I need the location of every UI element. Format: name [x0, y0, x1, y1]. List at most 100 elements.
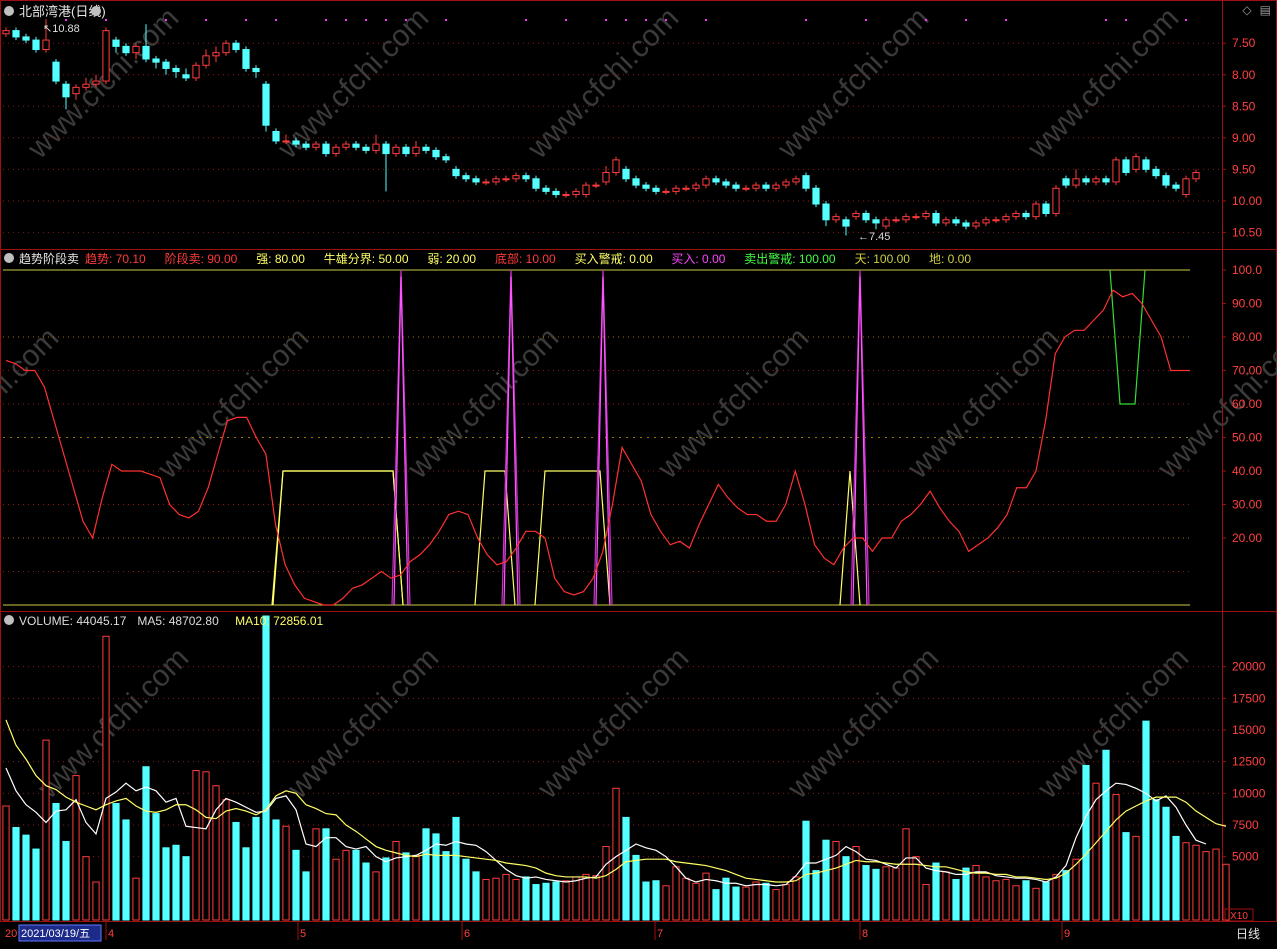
candle-body — [722, 181, 730, 186]
candle-body — [42, 39, 50, 51]
chart-svg: www.cfchi.com www.cfchi.com www.cfchi.com w… — [0, 0, 1277, 942]
volume-bar — [1152, 799, 1160, 921]
volume-bar — [292, 849, 300, 921]
indicator-legend-item: 阶段卖: 90.00 — [165, 251, 238, 266]
indicator-legend-item: 地: 0.00 — [929, 252, 971, 266]
price-tick-label: 9.50 — [1232, 162, 1256, 176]
candle-body — [702, 178, 710, 186]
candle-body — [1072, 178, 1080, 186]
signal-dot — [705, 19, 707, 21]
candle-body — [882, 219, 890, 227]
candle-body — [392, 146, 400, 155]
signal-dot — [445, 19, 447, 21]
candle-body — [222, 42, 230, 54]
candle-body — [1192, 171, 1200, 180]
sell-warning-line — [1109, 269, 1146, 405]
volume-bar — [402, 852, 410, 921]
price-tick-label: 9.00 — [1232, 131, 1256, 145]
volume-bar — [732, 886, 740, 921]
low-price-mark: ←7.45 — [858, 231, 890, 243]
signal-dot — [605, 19, 607, 21]
indicator-legend-item: 强: 80.00 — [256, 252, 305, 266]
volume-bar — [172, 844, 180, 921]
title-dropdown-icon[interactable] — [91, 6, 101, 16]
candle-body — [742, 187, 750, 190]
candle-body — [932, 212, 940, 224]
panel-menu-icon[interactable] — [4, 6, 14, 16]
signal-dot — [325, 19, 327, 21]
chart-stage: www.cfchi.com www.cfchi.com www.cfchi.com w… — [0, 0, 1277, 944]
candle-body — [562, 194, 570, 197]
candle-body — [682, 187, 690, 190]
indicator-legend-item: 买入: 0.00 — [671, 252, 725, 266]
volume-bar — [1202, 851, 1210, 921]
volume-bar — [652, 880, 660, 921]
candle-body — [342, 143, 350, 148]
volume-bar — [152, 813, 160, 921]
watermark-text: www.cfchi.com — [521, 1, 685, 165]
candle-body — [972, 222, 980, 227]
candle-body — [522, 175, 530, 180]
indicator-menu-icon[interactable] — [4, 253, 14, 263]
candle-body — [692, 184, 700, 189]
candle-body — [302, 143, 310, 148]
volume-bar — [262, 615, 270, 921]
watermark-text: www.cfchi.com — [0, 321, 65, 485]
watermark-text: www.cfchi.com — [531, 641, 695, 805]
candle-body — [382, 143, 390, 155]
volume-bar — [882, 866, 890, 921]
volume-bar — [342, 849, 350, 921]
volume-bar — [982, 876, 990, 921]
volume-bar — [692, 882, 700, 921]
volume-bar — [992, 880, 1000, 921]
signal-dot — [365, 19, 367, 21]
volume-bar — [52, 802, 60, 921]
candle-body — [72, 86, 80, 95]
volume-bar — [572, 876, 580, 921]
candle-body — [1162, 175, 1170, 186]
list-icon[interactable]: ▤ — [1260, 3, 1271, 17]
volume-bar — [462, 858, 470, 921]
candle-body — [112, 39, 120, 47]
volume-bar — [1192, 844, 1200, 921]
volume-bar — [22, 834, 30, 921]
indicator-legend-item: 卖出警戒: 100.00 — [744, 251, 836, 266]
candle-body — [92, 80, 100, 85]
volume-bar — [952, 878, 960, 921]
indicator-tick-label: 20.00 — [1232, 531, 1262, 545]
candle-body — [832, 216, 840, 221]
volume-bar — [222, 799, 230, 921]
candle-body — [362, 146, 370, 151]
price-tick-label: 10.50 — [1232, 225, 1262, 239]
volume-bar — [722, 877, 730, 921]
diamond-icon[interactable]: ◇ — [1242, 3, 1251, 17]
volume-bar — [122, 819, 130, 921]
volume-bar — [282, 825, 290, 921]
candle-body — [1022, 212, 1030, 218]
candle-body — [152, 58, 160, 63]
volume-bar — [1102, 749, 1110, 921]
candle-body — [1122, 159, 1130, 173]
volume-bar — [782, 884, 790, 921]
volume-bar — [862, 865, 870, 921]
volume-bar — [1072, 858, 1080, 921]
volume-bar — [162, 847, 170, 921]
volume-bar — [1082, 764, 1090, 921]
volume-bar — [252, 816, 260, 921]
volume-bar — [962, 867, 970, 921]
volume-bar — [62, 840, 70, 921]
candle-body — [372, 143, 380, 151]
volume-bar — [522, 876, 530, 921]
candle-body — [262, 83, 270, 126]
volume-legend-item: VOLUME: 44045.17 — [19, 614, 127, 628]
candle-body — [552, 190, 560, 196]
indicator-tick-label: 60.00 — [1232, 397, 1262, 411]
volume-menu-icon[interactable] — [4, 615, 14, 625]
candle-body — [2, 30, 10, 35]
watermark-text: www.cfchi.com — [1031, 641, 1195, 805]
volume-bar — [202, 771, 210, 921]
candle-body — [592, 184, 600, 187]
volume-bar — [322, 828, 330, 921]
candle-body — [842, 219, 850, 227]
watermark-text: www.cfchi.com — [1021, 1, 1185, 165]
